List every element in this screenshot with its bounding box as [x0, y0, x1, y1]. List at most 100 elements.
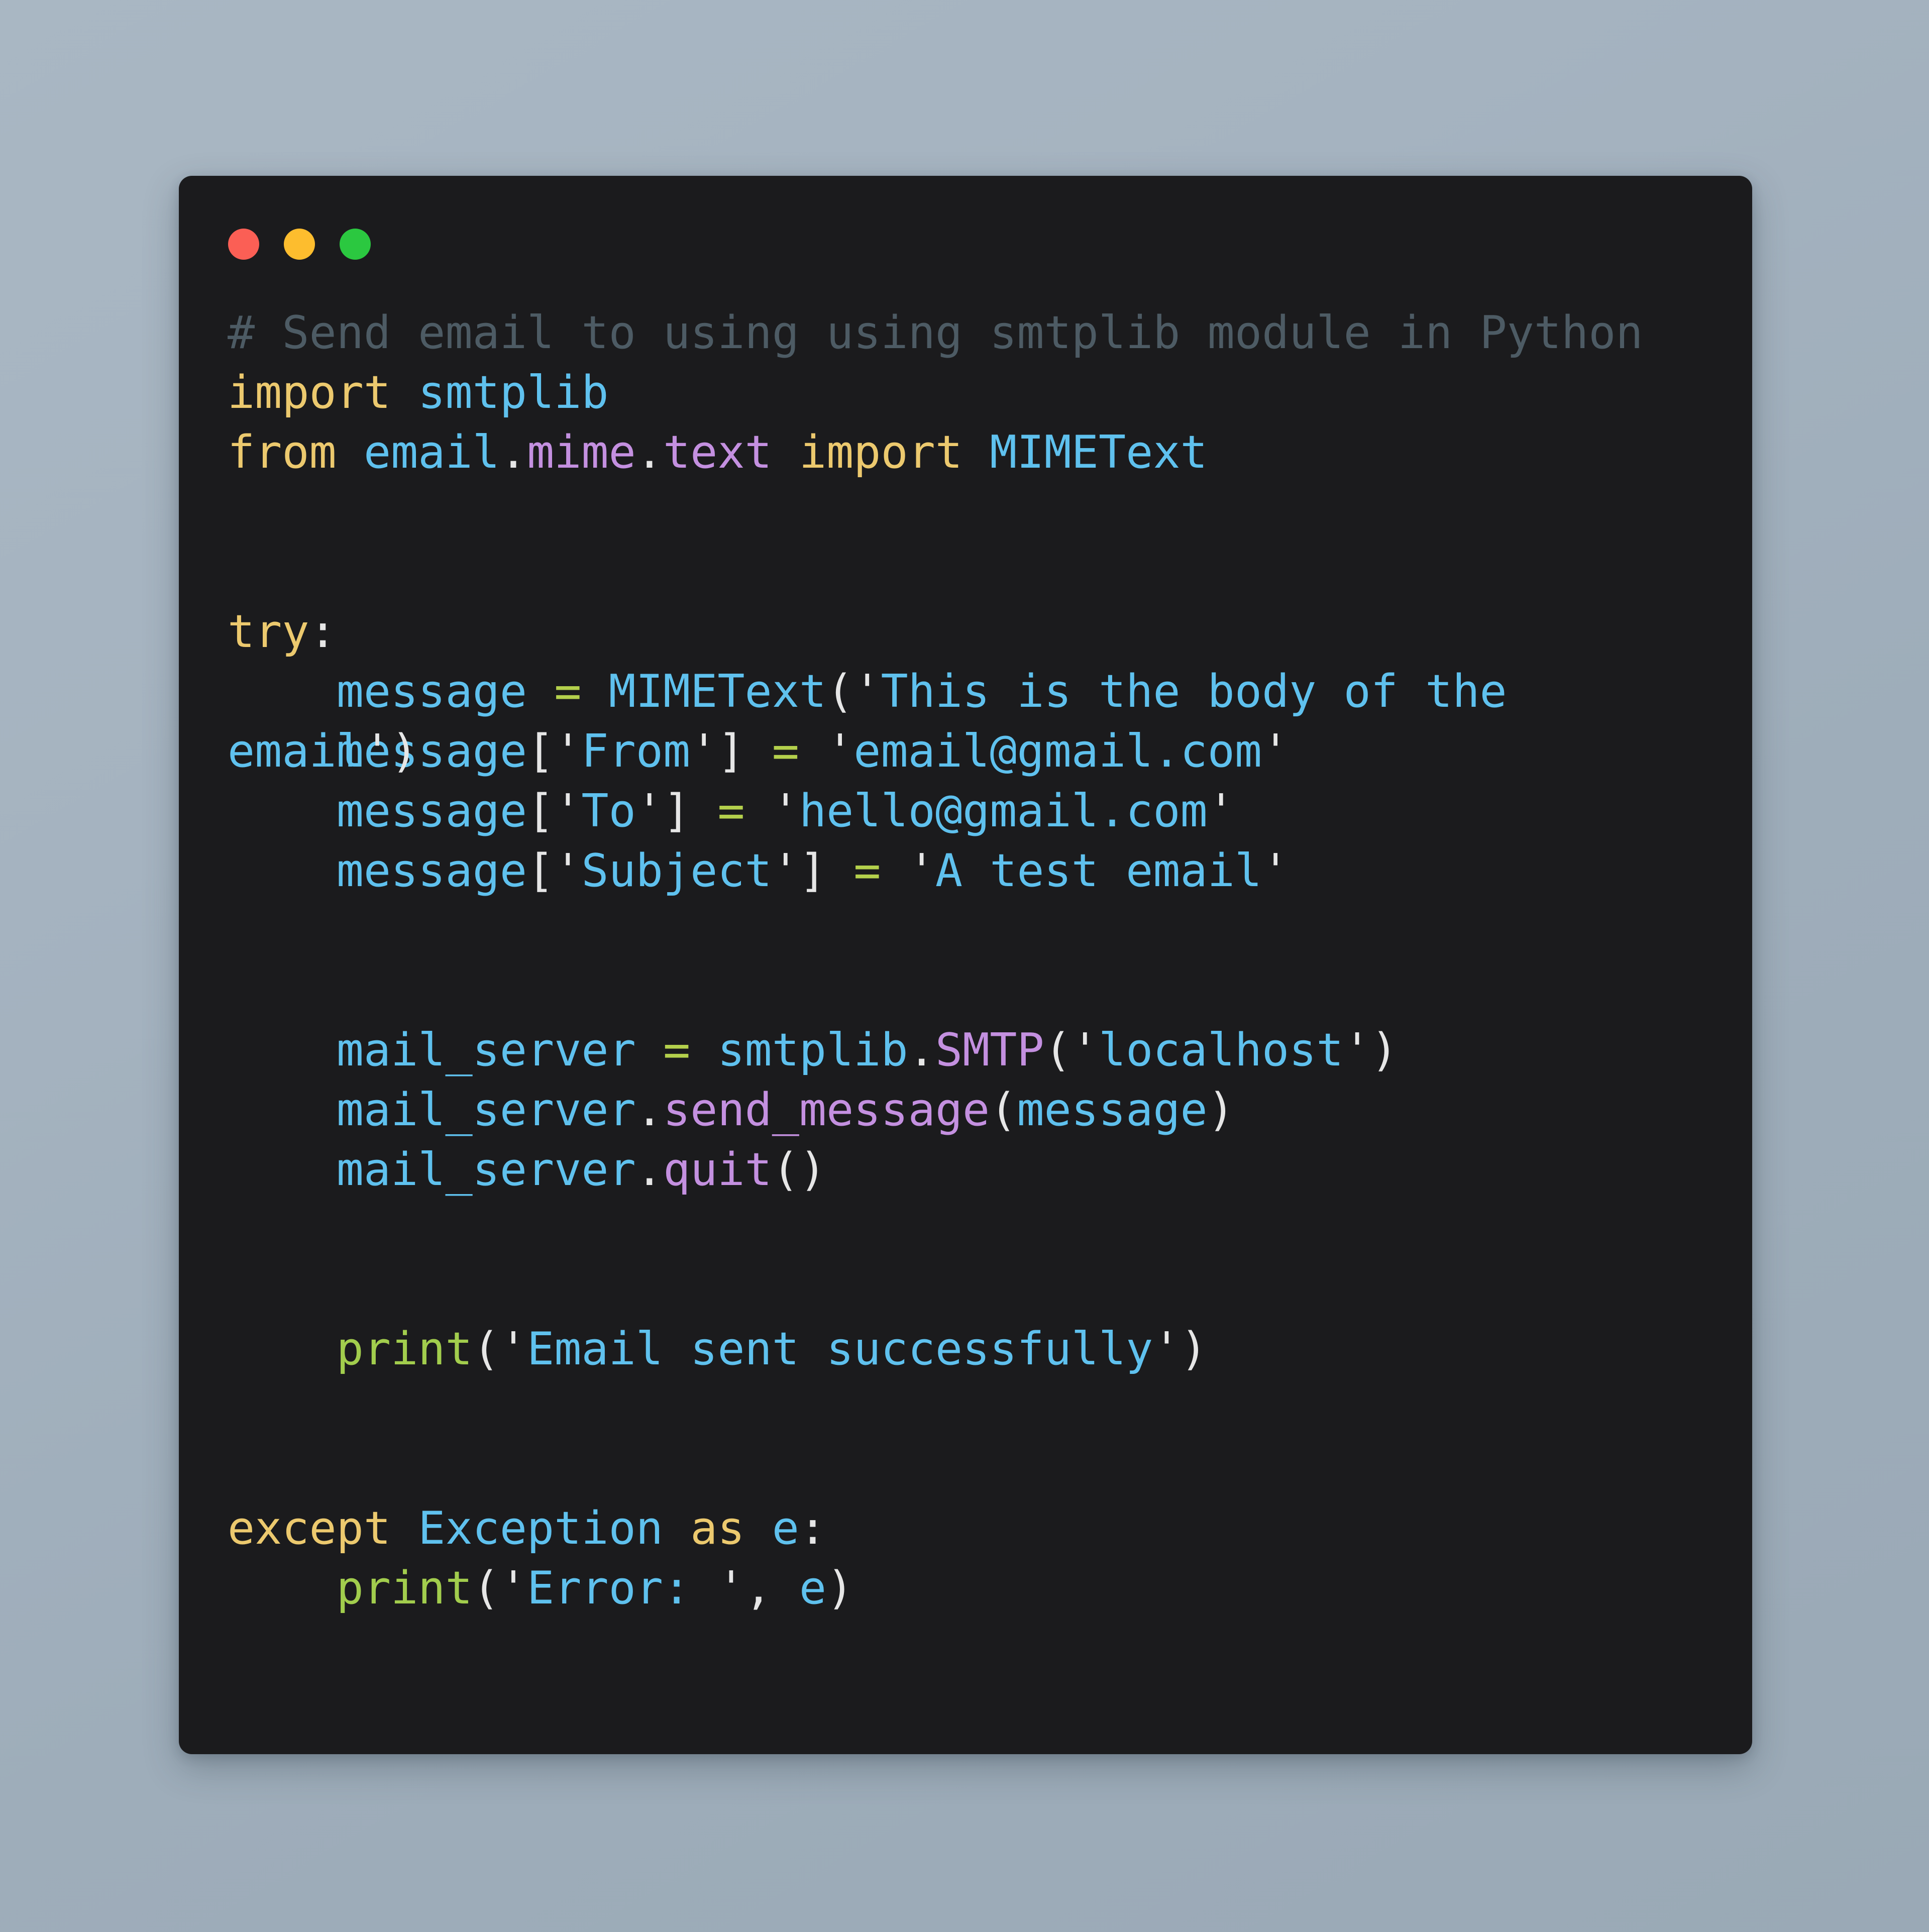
code-token: print — [336, 1562, 473, 1615]
maximize-window-button[interactable] — [340, 229, 371, 260]
code-token: mail_server — [336, 1084, 636, 1136]
code-token: ( — [1044, 1024, 1071, 1077]
code-token: ) — [799, 1143, 827, 1196]
code-line: # Send email to using using smtplib modu… — [228, 303, 1714, 363]
code-line: except Exception as e: — [228, 1498, 1714, 1558]
code-token: ( — [772, 1143, 799, 1196]
screenshot-root: # Send email to using using smtplib modu… — [0, 0, 1929, 1932]
code-token: Email sent successfully — [527, 1323, 1153, 1375]
code-token: import — [228, 366, 391, 419]
code-token: smtplib — [418, 366, 609, 419]
code-token: mail_server — [336, 1143, 636, 1196]
code-token: message — [336, 844, 527, 897]
code-token: [ — [527, 725, 555, 778]
code-line: from email.mime.text import MIMEText — [228, 422, 1714, 482]
code-token: ] — [663, 785, 691, 837]
code-token: ' — [1262, 844, 1290, 897]
code-token: ] — [717, 725, 745, 778]
code-token: = — [717, 785, 745, 837]
code-token: text — [663, 426, 772, 479]
code-line: mail_server = smtplib.SMTP('localhost') — [228, 1020, 1714, 1080]
wrapped-line-overflow: email') — [228, 721, 418, 781]
code-line: print('Email sent successfully') — [228, 1319, 1714, 1379]
code-token: Error: — [527, 1562, 718, 1615]
code-token: ( — [826, 665, 854, 718]
code-token: email@gmail.com — [853, 725, 1262, 778]
code-token: from — [228, 426, 337, 479]
code-token: = — [663, 1024, 691, 1077]
code-line: mail_server.quit() — [228, 1140, 1714, 1200]
code-token: From — [581, 725, 691, 778]
window-controls — [228, 229, 371, 260]
code-token: ] — [799, 844, 827, 897]
code-token: quit — [663, 1143, 772, 1196]
code-token: ) — [1370, 1024, 1398, 1077]
code-token: print — [336, 1323, 473, 1375]
code-token: message — [336, 665, 527, 718]
code-line: import smtplib — [228, 363, 1714, 422]
minimize-window-button[interactable] — [284, 229, 315, 260]
code-token: To — [581, 785, 636, 837]
code-token: ' — [826, 725, 854, 778]
code-token: This is the body of the — [881, 665, 1507, 718]
code-line: try: — [228, 602, 1714, 662]
code-token: ' — [717, 1562, 745, 1615]
code-token: ' — [1262, 725, 1290, 778]
code-token: as — [690, 1502, 745, 1555]
code-token: ( — [472, 1562, 500, 1615]
code-token: ' — [690, 725, 718, 778]
code-token: . — [499, 426, 527, 479]
code-token: ' — [554, 844, 582, 897]
code-line: message['From'] = 'email@gmail.com' email… — [228, 721, 1714, 781]
code-token: ' — [499, 1562, 527, 1615]
code-token: ' — [1153, 1323, 1181, 1375]
code-token: = — [772, 725, 799, 778]
code-line: message['To'] = 'hello@gmail.com' — [228, 781, 1714, 841]
code-token: ( — [990, 1084, 1017, 1136]
code-token: email — [363, 426, 500, 479]
code-token: ) — [391, 725, 418, 778]
code-token: : — [799, 1502, 827, 1555]
code-token: try — [228, 605, 309, 658]
code-token: import — [799, 426, 963, 479]
code-token: message — [336, 785, 527, 837]
code-snippet-card: # Send email to using using smtplib modu… — [179, 176, 1752, 1754]
code-token: ' — [363, 725, 391, 778]
code-token: ' — [1207, 785, 1235, 837]
code-block[interactable]: # Send email to using using smtplib modu… — [228, 303, 1714, 1618]
code-token: = — [853, 844, 881, 897]
code-token: ' — [1343, 1024, 1371, 1077]
code-token: mail_server — [336, 1024, 636, 1077]
code-token: SMTP — [935, 1024, 1044, 1077]
code-token: . — [635, 1084, 663, 1136]
code-token: [ — [527, 844, 555, 897]
close-window-button[interactable] — [228, 229, 259, 260]
code-line: message = MIMEText('This is the body of … — [228, 662, 1714, 721]
code-token: A test email — [935, 844, 1262, 897]
code-token: ' — [499, 1323, 527, 1375]
code-token: message — [1017, 1084, 1208, 1136]
code-token: e — [772, 1502, 799, 1555]
code-token: Exception — [418, 1502, 663, 1555]
code-token: . — [908, 1024, 935, 1077]
code-token: hello@gmail.com — [799, 785, 1208, 837]
code-token: mime — [527, 426, 636, 479]
